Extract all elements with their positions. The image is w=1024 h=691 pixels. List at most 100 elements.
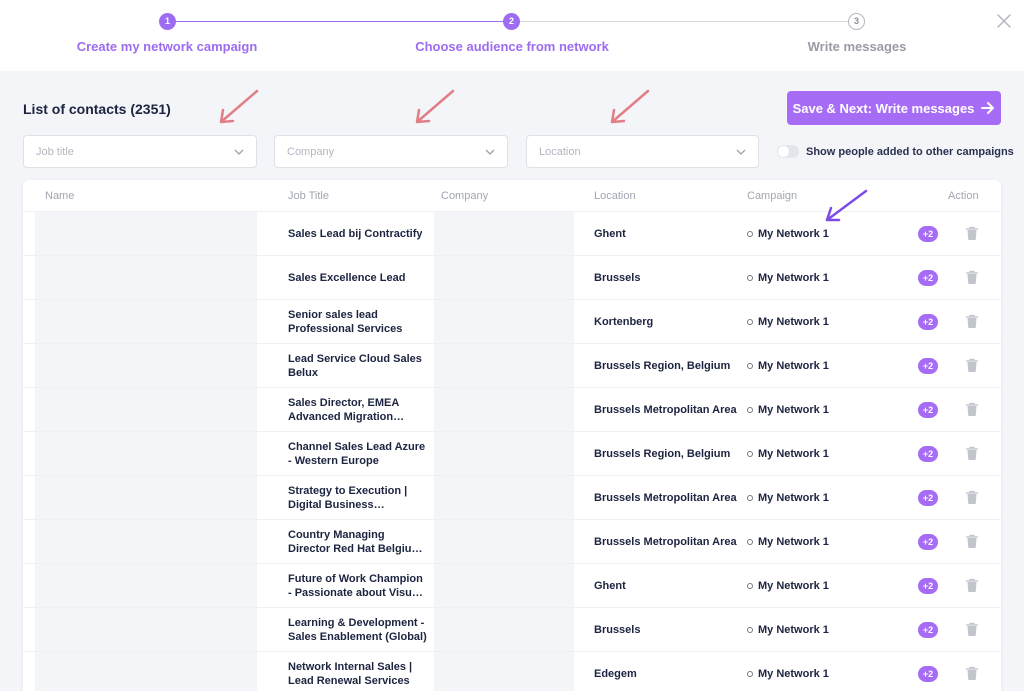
more-campaigns-badge[interactable]: +2 bbox=[918, 666, 938, 682]
more-campaigns-badge[interactable]: +2 bbox=[918, 402, 938, 418]
trash-icon[interactable] bbox=[965, 534, 979, 549]
contacts-table: Name Job Title Company Location Campaign… bbox=[23, 180, 1001, 691]
contact-name-redacted bbox=[35, 608, 257, 651]
step-1-label[interactable]: Create my network campaign bbox=[77, 39, 258, 54]
campaign-cell: My Network 1 bbox=[747, 476, 829, 519]
step-3-indicator[interactable]: 3 bbox=[848, 13, 865, 30]
job-title-text: Senior sales lead Professional Services bbox=[288, 308, 403, 335]
campaign-cell: My Network 1 bbox=[747, 388, 829, 431]
more-campaigns-badge[interactable]: +2 bbox=[918, 534, 938, 550]
contact-company-redacted bbox=[434, 212, 574, 255]
trash-icon[interactable] bbox=[965, 666, 979, 681]
campaign-status-dot bbox=[747, 670, 753, 677]
job-title-cell: Learning & Development - Sales Enablemen… bbox=[288, 608, 428, 651]
contact-name-redacted bbox=[35, 652, 257, 691]
location-cell: Ghent bbox=[594, 227, 626, 240]
trash-icon[interactable] bbox=[965, 578, 979, 593]
more-campaigns-badge[interactable]: +2 bbox=[918, 578, 938, 594]
trash-icon[interactable] bbox=[965, 490, 979, 505]
chevron-down-icon bbox=[485, 149, 495, 155]
contact-name-redacted bbox=[35, 212, 257, 255]
column-header-company[interactable]: Company bbox=[441, 190, 488, 202]
step-2-indicator[interactable]: 2 bbox=[503, 13, 520, 30]
trash-icon[interactable] bbox=[965, 226, 979, 241]
more-campaigns-badge[interactable]: +2 bbox=[918, 446, 938, 462]
more-campaigns-badge[interactable]: +2 bbox=[918, 270, 938, 286]
table-row[interactable]: Sales Director, EMEA Advanced Migration … bbox=[23, 388, 1001, 432]
contact-company-redacted bbox=[434, 652, 574, 691]
job-title-cell: Sales Lead bij Contractify bbox=[288, 212, 428, 255]
column-header-job-title[interactable]: Job Title bbox=[288, 190, 329, 202]
contact-name-redacted bbox=[35, 564, 257, 607]
trash-icon[interactable] bbox=[965, 622, 979, 637]
step-3-label[interactable]: Write messages bbox=[808, 39, 907, 54]
contact-name-redacted bbox=[35, 520, 257, 563]
campaign-status-dot bbox=[747, 230, 753, 237]
campaign-name: My Network 1 bbox=[758, 271, 829, 284]
location-cell: Brussels Region, Belgium bbox=[594, 359, 731, 372]
column-header-location[interactable]: Location bbox=[594, 190, 636, 202]
location-cell: Brussels bbox=[594, 271, 641, 284]
table-row[interactable]: Strategy to Execution | Digital Business… bbox=[23, 476, 1001, 520]
company-filter[interactable]: Company bbox=[274, 135, 508, 168]
contact-name-redacted bbox=[35, 344, 257, 387]
job-title-text: Network Internal Sales | Lead Renewal Se… bbox=[288, 660, 413, 687]
contact-company-redacted bbox=[434, 388, 574, 431]
job-title-cell: Country Managing Director Red Hat Belgiu… bbox=[288, 520, 428, 563]
trash-icon[interactable] bbox=[965, 358, 979, 373]
campaign-status-dot bbox=[747, 274, 753, 281]
toggle-knob bbox=[778, 146, 789, 157]
column-header-campaign[interactable]: Campaign bbox=[747, 190, 797, 202]
table-row[interactable]: Sales Excellence Lead Brussels My Network … bbox=[23, 256, 1001, 300]
campaign-status-dot bbox=[747, 626, 753, 633]
trash-icon[interactable] bbox=[965, 446, 979, 461]
job-title-cell: Channel Sales Lead Azure - Western Europ… bbox=[288, 432, 428, 475]
step-connector-1 bbox=[170, 21, 503, 22]
contact-name-redacted bbox=[35, 388, 257, 431]
column-header-name[interactable]: Name bbox=[45, 190, 74, 202]
trash-icon[interactable] bbox=[965, 270, 979, 285]
table-row[interactable]: Channel Sales Lead Azure - Western Europ… bbox=[23, 432, 1001, 476]
more-campaigns-badge[interactable]: +2 bbox=[918, 226, 938, 242]
more-campaigns-badge[interactable]: +2 bbox=[918, 490, 938, 506]
location-cell: Brussels Metropolitan Area bbox=[594, 403, 737, 416]
contact-company-redacted bbox=[434, 256, 574, 299]
job-title-cell: Sales Director, EMEA Advanced Migration … bbox=[288, 388, 428, 431]
more-campaigns-badge[interactable]: +2 bbox=[918, 314, 938, 330]
table-row[interactable]: Network Internal Sales | Lead Renewal Se… bbox=[23, 652, 1001, 691]
close-icon[interactable] bbox=[996, 13, 1012, 29]
campaign-status-dot bbox=[747, 318, 753, 325]
more-campaigns-badge[interactable]: +2 bbox=[918, 622, 938, 638]
table-row[interactable]: Learning & Development - Sales Enablemen… bbox=[23, 608, 1001, 652]
contact-name-redacted bbox=[35, 300, 257, 343]
contact-name-redacted bbox=[35, 432, 257, 475]
location-filter-placeholder: Location bbox=[539, 145, 581, 158]
step-1-indicator[interactable]: 1 bbox=[159, 13, 176, 30]
table-row[interactable]: Lead Service Cloud Sales Belux Brussels R… bbox=[23, 344, 1001, 388]
contact-name-redacted bbox=[35, 256, 257, 299]
campaign-cell: My Network 1 bbox=[747, 212, 829, 255]
job-title-text: Country Managing Director Red Hat Belgiu… bbox=[288, 528, 422, 555]
campaign-status-dot bbox=[747, 582, 753, 589]
campaign-name: My Network 1 bbox=[758, 623, 829, 636]
location-cell: Ghent bbox=[594, 579, 626, 592]
annotation-arrow-icon bbox=[610, 89, 650, 124]
save-next-label: Save & Next: Write messages bbox=[792, 100, 975, 116]
step-2-label[interactable]: Choose audience from network bbox=[415, 39, 609, 54]
trash-icon[interactable] bbox=[965, 402, 979, 417]
table-row[interactable]: Country Managing Director Red Hat Belgiu… bbox=[23, 520, 1001, 564]
contact-company-redacted bbox=[434, 300, 574, 343]
campaign-cell: My Network 1 bbox=[747, 344, 829, 387]
job-title-filter[interactable]: Job title bbox=[23, 135, 257, 168]
location-filter[interactable]: Location bbox=[526, 135, 759, 168]
other-campaigns-toggle[interactable] bbox=[777, 145, 799, 158]
more-campaigns-badge[interactable]: +2 bbox=[918, 358, 938, 374]
trash-icon[interactable] bbox=[965, 314, 979, 329]
table-row[interactable]: Future of Work Champion - Passionate abo… bbox=[23, 564, 1001, 608]
save-next-button[interactable]: Save & Next: Write messages bbox=[787, 91, 1001, 125]
arrow-right-icon bbox=[981, 102, 995, 114]
table-row[interactable]: Senior sales lead Professional Services K… bbox=[23, 300, 1001, 344]
location-cell: Brussels Metropolitan Area bbox=[594, 535, 737, 548]
campaign-status-dot bbox=[747, 494, 753, 501]
other-campaigns-toggle-label: Show people added to other campaigns bbox=[806, 145, 1014, 158]
